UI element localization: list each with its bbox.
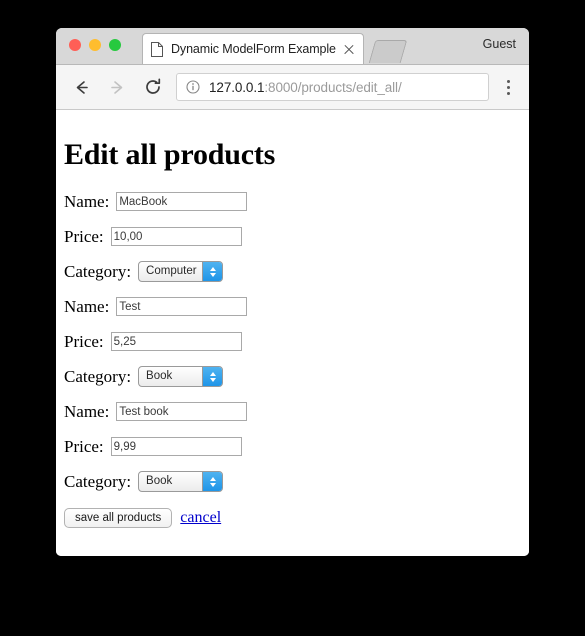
close-window-button[interactable] bbox=[69, 39, 81, 51]
form-row-price: Price: bbox=[64, 429, 521, 464]
close-tab-icon[interactable] bbox=[341, 41, 357, 57]
page-title: Edit all products bbox=[64, 138, 276, 171]
category-select[interactable]: Computer bbox=[138, 261, 224, 282]
chevron-updown-icon bbox=[202, 472, 223, 491]
document-icon bbox=[151, 41, 163, 57]
name-label: Name: bbox=[64, 191, 110, 211]
save-all-products-button[interactable]: save all products bbox=[64, 508, 173, 528]
form-row-category: Category: Computer bbox=[64, 254, 521, 289]
name-input[interactable] bbox=[116, 297, 248, 316]
category-label: Category: bbox=[64, 366, 132, 386]
reload-button[interactable] bbox=[138, 72, 168, 102]
name-label: Name: bbox=[64, 401, 110, 421]
price-label: Price: bbox=[64, 436, 104, 456]
browser-menu-button[interactable] bbox=[495, 72, 521, 102]
name-input[interactable] bbox=[116, 192, 248, 211]
info-circle-icon[interactable] bbox=[186, 80, 200, 94]
browser-window: Dynamic ModelForm Example Guest 127.0.0.… bbox=[56, 28, 529, 556]
form-row-price: Price: bbox=[64, 219, 521, 254]
chevron-updown-icon bbox=[202, 262, 223, 281]
price-label: Price: bbox=[64, 331, 104, 351]
url-path: :8000/products/edit_all/ bbox=[264, 79, 402, 95]
profile-label[interactable]: Guest bbox=[483, 37, 516, 51]
address-bar[interactable]: 127.0.0.1:8000/products/edit_all/ bbox=[176, 73, 489, 101]
form-actions: save all products cancel bbox=[64, 501, 521, 535]
url-text: 127.0.0.1:8000/products/edit_all/ bbox=[209, 80, 402, 95]
kebab-dot bbox=[506, 91, 510, 95]
price-label: Price: bbox=[64, 226, 104, 246]
name-label: Name: bbox=[64, 296, 110, 316]
form-row-category: Category: Book bbox=[64, 464, 521, 499]
form-row-category: Category: Book bbox=[64, 359, 521, 394]
category-label: Category: bbox=[64, 261, 132, 281]
form-row-name: Name: bbox=[64, 394, 521, 429]
name-input[interactable] bbox=[116, 402, 248, 421]
price-input[interactable] bbox=[110, 227, 242, 246]
browser-tab-active[interactable]: Dynamic ModelForm Example bbox=[142, 33, 364, 64]
form-row-price: Price: bbox=[64, 324, 521, 359]
reload-icon bbox=[146, 78, 161, 94]
form-row-name: Name: bbox=[64, 184, 521, 219]
kebab-dot bbox=[506, 85, 510, 89]
category-select[interactable]: Book bbox=[138, 471, 224, 492]
category-select-value: Book bbox=[146, 370, 173, 382]
category-select[interactable]: Book bbox=[138, 366, 224, 387]
arrow-right-icon bbox=[110, 80, 122, 94]
price-input[interactable] bbox=[110, 437, 242, 456]
arrow-left-icon bbox=[76, 80, 88, 94]
browser-toolbar: 127.0.0.1:8000/products/edit_all/ bbox=[56, 65, 529, 110]
window-controls bbox=[69, 39, 121, 51]
category-select-value: Computer bbox=[146, 265, 197, 277]
background-tab[interactable] bbox=[368, 40, 408, 63]
minimize-window-button[interactable] bbox=[89, 39, 101, 51]
forward-button[interactable] bbox=[102, 72, 132, 102]
category-label: Category: bbox=[64, 471, 132, 491]
tab-title: Dynamic ModelForm Example bbox=[171, 42, 336, 56]
kebab-dot bbox=[506, 79, 510, 83]
chevron-updown-icon bbox=[202, 367, 223, 386]
category-select-value: Book bbox=[146, 475, 173, 487]
cancel-link[interactable]: cancel bbox=[180, 509, 221, 527]
form-row-name: Name: bbox=[64, 289, 521, 324]
url-host: 127.0.0.1 bbox=[209, 79, 265, 95]
price-input[interactable] bbox=[110, 332, 242, 351]
page-content: Edit all products Name: Price: Category:… bbox=[56, 110, 529, 556]
back-button[interactable] bbox=[66, 72, 96, 102]
zoom-window-button[interactable] bbox=[109, 39, 121, 51]
tab-bar: Dynamic ModelForm Example Guest bbox=[56, 28, 529, 65]
